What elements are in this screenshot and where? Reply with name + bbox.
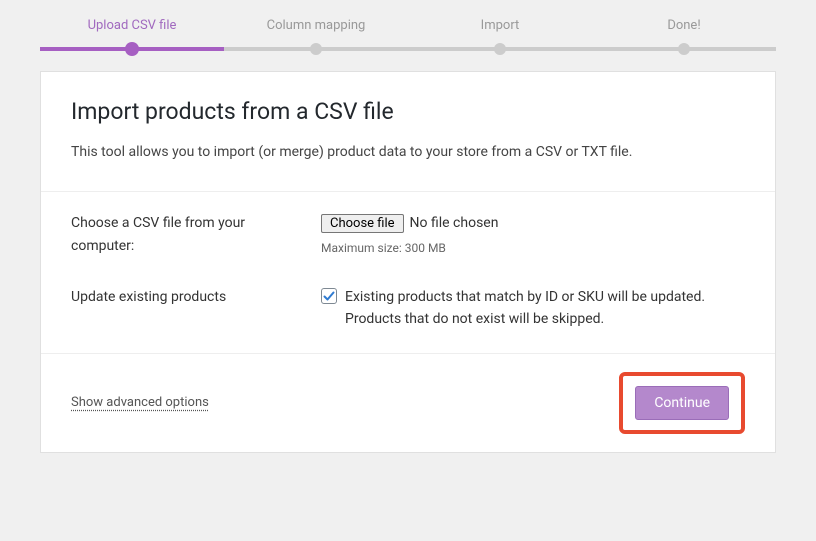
file-row: Choose a CSV file from your computer: Ch… <box>41 192 775 266</box>
continue-button[interactable]: Continue <box>635 386 729 420</box>
step-done[interactable]: Done! <box>592 18 776 51</box>
wizard-stepper: Upload CSV file Column mapping Import Do… <box>40 18 776 51</box>
step-upload[interactable]: Upload CSV file <box>40 18 224 51</box>
step-mapping[interactable]: Column mapping <box>224 18 408 51</box>
advanced-options-link[interactable]: Show advanced options <box>71 395 209 410</box>
continue-highlight: Continue <box>619 372 745 434</box>
update-description: Existing products that match by ID or SK… <box>345 286 745 331</box>
card-title: Import products from a CSV file <box>71 98 745 125</box>
card-footer: Show advanced options Continue <box>41 353 775 452</box>
import-card: Import products from a CSV file This too… <box>40 71 776 453</box>
check-icon <box>323 290 335 302</box>
step-dot <box>678 43 690 55</box>
step-dot <box>494 43 506 55</box>
file-size-hint: Maximum size: 300 MB <box>321 239 745 258</box>
choose-file-button[interactable]: Choose file <box>321 214 404 233</box>
card-description: This tool allows you to import (or merge… <box>71 141 745 163</box>
step-dot <box>125 42 139 56</box>
update-row: Update existing products Existing produc… <box>41 266 775 339</box>
step-dot <box>310 43 322 55</box>
file-label: Choose a CSV file from your computer: <box>71 212 321 258</box>
step-import[interactable]: Import <box>408 18 592 51</box>
update-checkbox[interactable] <box>321 288 337 304</box>
update-label: Update existing products <box>71 286 321 331</box>
file-status: No file chosen <box>410 212 499 234</box>
